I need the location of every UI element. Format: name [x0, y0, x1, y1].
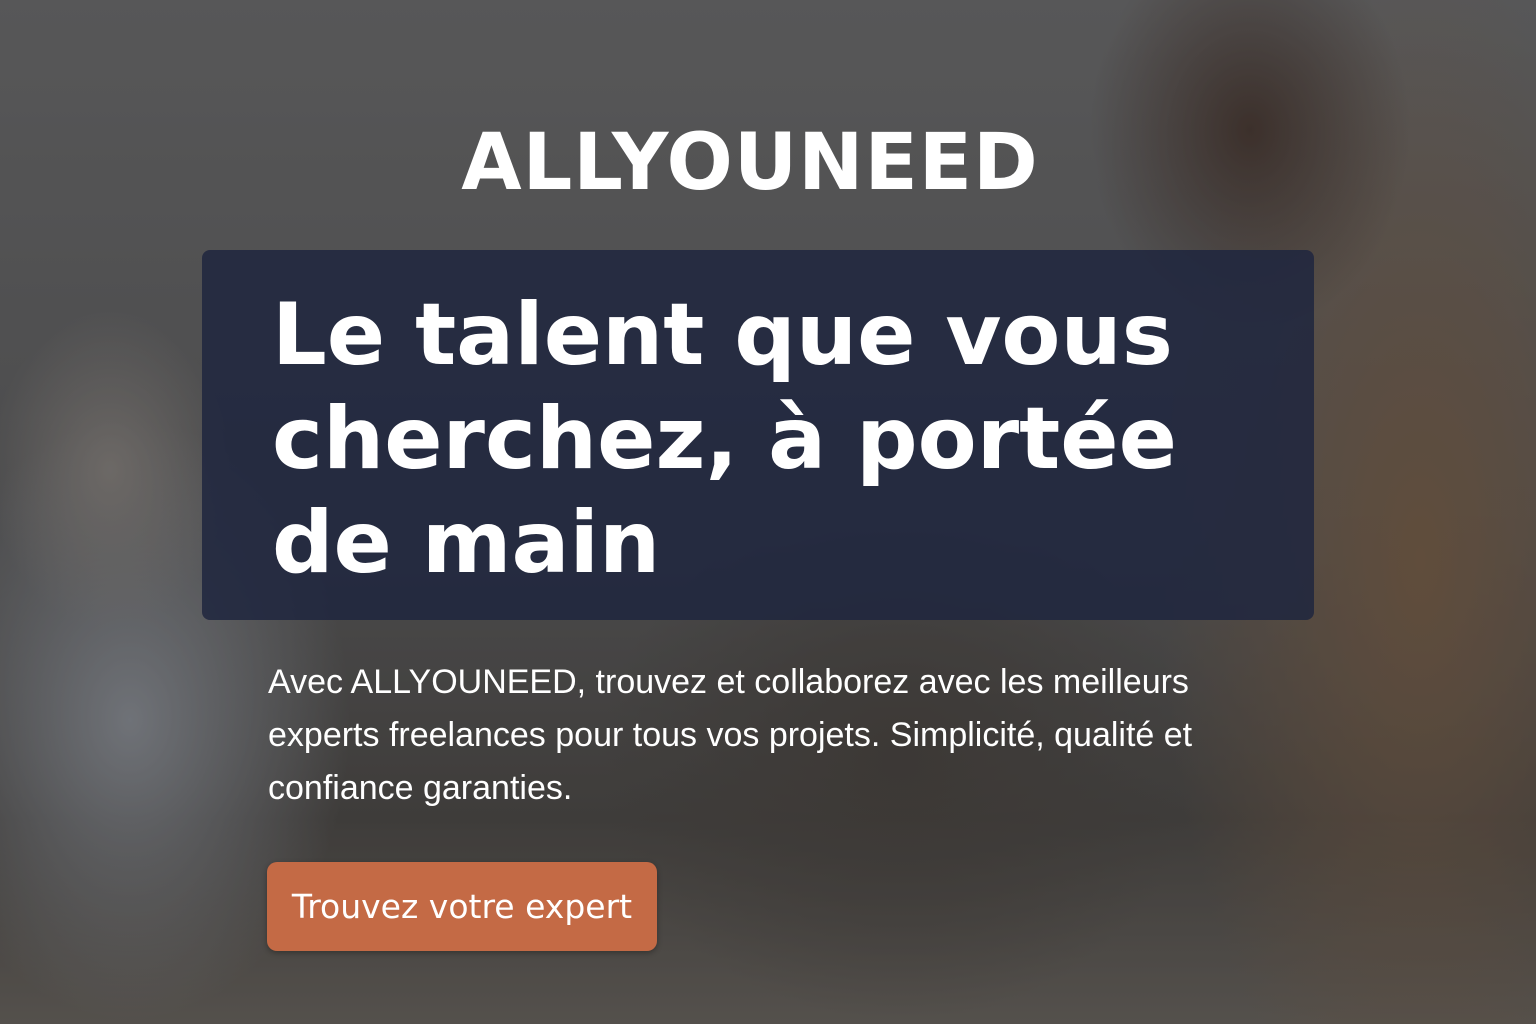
brand-logo: ALLYOUNEED — [461, 118, 1039, 208]
hero-headline: Le talent que vous cherchez, à portée de… — [272, 285, 1177, 593]
hero-subtitle: Avec ALLYOUNEED, trouvez et collaborez a… — [268, 663, 1193, 807]
find-expert-button[interactable]: Trouvez votre expert — [267, 862, 657, 951]
